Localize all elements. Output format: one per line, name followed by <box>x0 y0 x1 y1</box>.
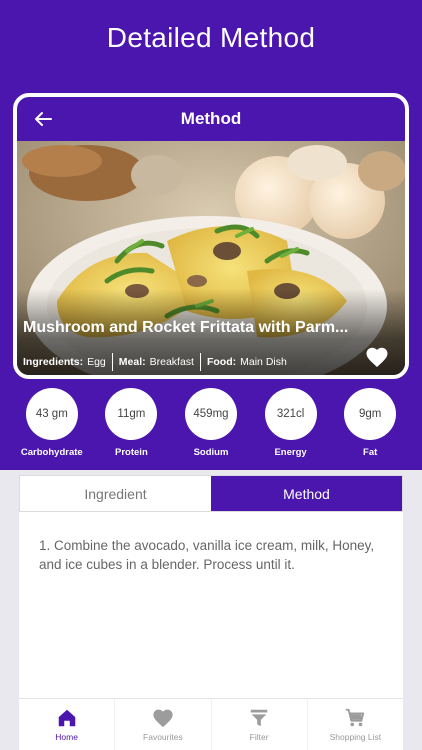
nutrient-label: Carbohydrate <box>20 447 83 458</box>
nav-filter[interactable]: Filter <box>212 699 308 750</box>
cart-icon <box>346 708 365 727</box>
phone-frame: Method Mushroom and Rocket Frittata with… <box>13 93 409 379</box>
back-arrow-icon[interactable] <box>31 107 55 131</box>
app-bar: Method <box>17 97 405 141</box>
meta-divider <box>199 353 201 371</box>
meta-value-food: Main Dish <box>240 356 287 368</box>
meta-key-meal: Meal: <box>118 356 146 368</box>
home-icon <box>58 709 75 727</box>
nutrient-label: Sodium <box>193 447 229 458</box>
nav-label: Favourites <box>143 732 183 742</box>
nutrient-value: 11gm <box>105 388 158 440</box>
meta-key-ingredients: Ingredients: <box>23 356 84 368</box>
meta-divider <box>111 353 113 371</box>
nav-shopping-list[interactable]: Shopping List <box>308 699 403 750</box>
recipe-meta: Ingredients: Egg Meal: Breakfast Food: M… <box>23 353 287 371</box>
tab-ingredient[interactable]: Ingredient <box>20 476 211 511</box>
meta-key-food: Food: <box>206 356 237 368</box>
nutrient-value: 9gm <box>344 388 397 440</box>
nutrient-energy: 321cl Energy <box>255 388 327 468</box>
method-steps: 1. Combine the avocado, vanilla ice crea… <box>39 538 375 572</box>
filter-icon <box>250 709 268 727</box>
recipe-image: Mushroom and Rocket Frittata with Parm..… <box>17 141 405 375</box>
nav-label: Home <box>55 732 78 742</box>
nutrient-label: Energy <box>274 447 307 458</box>
heart-icon <box>153 709 173 728</box>
nutrient-label: Fat <box>363 447 378 458</box>
nutrient-fat: 9gm Fat <box>334 388 406 468</box>
nav-favourites[interactable]: Favourites <box>115 699 212 750</box>
nutrient-value: 43 gm <box>25 388 78 440</box>
meta-value-meal: Breakfast <box>149 356 194 368</box>
tab-bar: Ingredient Method <box>19 475 403 512</box>
nutrient-label: Protein <box>115 447 148 458</box>
favorite-heart-icon[interactable] <box>365 346 389 368</box>
nutrition-summary: 43 gm Carbohydrate 11gm Protein 459mg So… <box>0 388 422 468</box>
recipe-title: Mushroom and Rocket Frittata with Parm..… <box>23 319 349 336</box>
nutrient-value: 459mg <box>184 388 237 440</box>
page-title: Detailed Method <box>106 22 316 53</box>
meta-value-ingredients: Egg <box>87 356 106 368</box>
nutrient-carbohydrate: 43 gm Carbohydrate <box>16 388 88 468</box>
nav-home[interactable]: Home <box>19 699 116 750</box>
nutrient-value: 321cl <box>264 388 317 440</box>
nutrient-sodium: 459mg Sodium <box>175 388 247 468</box>
tab-method[interactable]: Method <box>211 476 402 511</box>
nutrient-protein: 11gm Protein <box>95 388 167 468</box>
nav-label: Filter <box>249 732 269 742</box>
bottom-navigation: Home Favourites Filter Shopping List <box>19 698 403 750</box>
app-bar-title: Method <box>180 109 242 128</box>
nav-label: Shopping List <box>329 732 382 742</box>
